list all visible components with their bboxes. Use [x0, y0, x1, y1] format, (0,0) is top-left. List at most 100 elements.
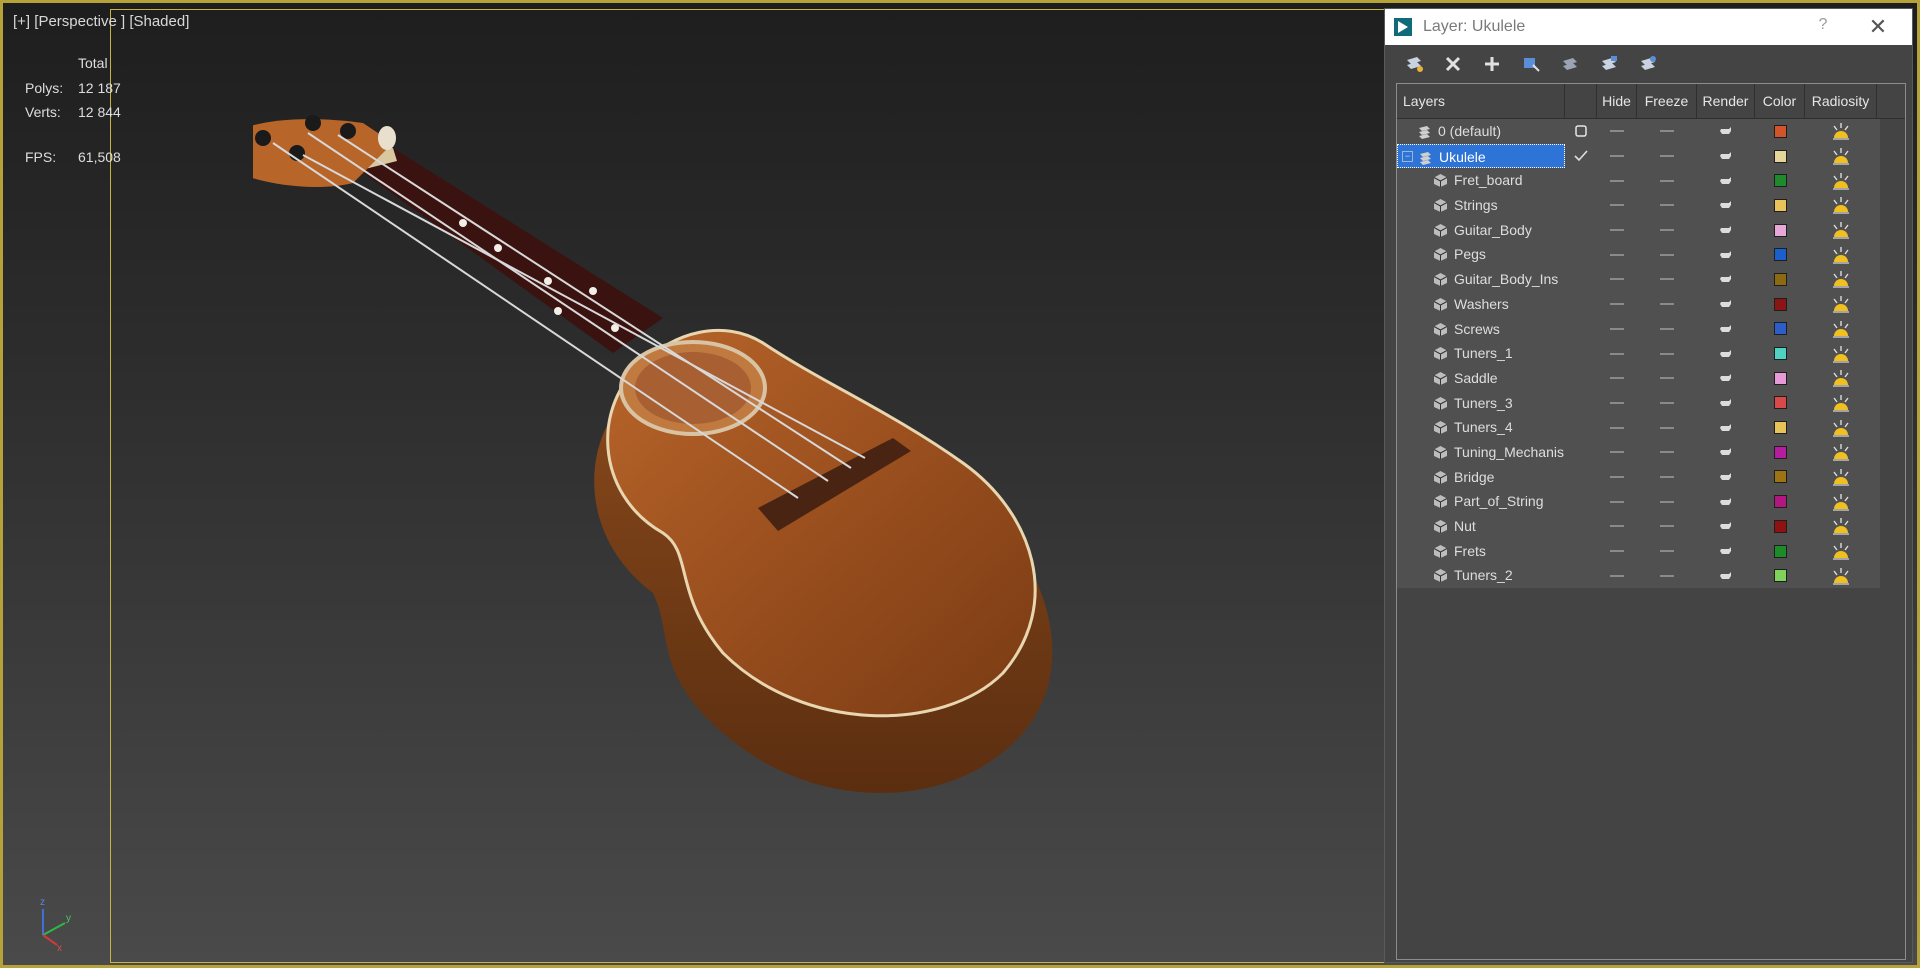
render-toggle[interactable] — [1697, 391, 1755, 416]
close-button[interactable]: ✕ — [1864, 14, 1892, 40]
hide-toggle[interactable] — [1597, 292, 1637, 317]
layer-row[interactable]: Guitar_Body — [1397, 218, 1880, 243]
select-objects-button[interactable] — [1518, 52, 1543, 77]
layer-name-cell[interactable]: Fret_board — [1397, 168, 1565, 193]
viewport-general-menu[interactable]: [+] — [13, 13, 30, 30]
freeze-toggle[interactable] — [1637, 514, 1697, 539]
color-swatch-cell[interactable] — [1755, 292, 1805, 317]
hide-toggle[interactable] — [1597, 341, 1637, 366]
render-toggle[interactable] — [1697, 415, 1755, 440]
radiosity-toggle[interactable] — [1805, 366, 1877, 391]
color-swatch-cell[interactable] — [1755, 415, 1805, 440]
radiosity-toggle[interactable] — [1805, 168, 1877, 193]
hide-toggle[interactable] — [1597, 514, 1637, 539]
column-hide[interactable]: Hide — [1597, 84, 1637, 118]
color-swatch-cell[interactable] — [1755, 489, 1805, 514]
freeze-toggle[interactable] — [1637, 366, 1697, 391]
current-layer-cell[interactable] — [1565, 514, 1597, 539]
color-swatch-cell[interactable] — [1755, 391, 1805, 416]
layer-row[interactable]: Saddle — [1397, 366, 1880, 391]
color-swatch-cell[interactable] — [1755, 539, 1805, 564]
help-button[interactable]: ? — [1810, 16, 1836, 38]
color-swatch-cell[interactable] — [1755, 242, 1805, 267]
current-layer-cell[interactable] — [1565, 267, 1597, 292]
radiosity-toggle[interactable] — [1805, 144, 1877, 169]
freeze-toggle[interactable] — [1637, 267, 1697, 292]
create-new-layer-button[interactable] — [1401, 52, 1426, 77]
layer-name-cell[interactable]: Strings — [1397, 193, 1565, 218]
column-radiosity[interactable]: Radiosity — [1805, 84, 1877, 118]
current-layer-cell[interactable] — [1565, 168, 1597, 193]
current-layer-checkmark-icon[interactable] — [1565, 144, 1597, 169]
color-swatch-cell[interactable] — [1755, 563, 1805, 588]
radiosity-toggle[interactable] — [1805, 218, 1877, 243]
current-layer-cell[interactable] — [1565, 563, 1597, 588]
layer-row[interactable]: − Ukulele — [1397, 143, 1880, 169]
render-toggle[interactable] — [1697, 514, 1755, 539]
hide-toggle[interactable] — [1597, 168, 1637, 193]
radiosity-toggle[interactable] — [1805, 317, 1877, 342]
render-toggle[interactable] — [1697, 465, 1755, 490]
freeze-toggle[interactable] — [1637, 391, 1697, 416]
delete-layer-button[interactable] — [1440, 52, 1465, 77]
current-layer-cell[interactable] — [1565, 415, 1597, 440]
color-swatch-cell[interactable] — [1755, 119, 1805, 144]
layer-name-cell[interactable]: Bridge — [1397, 465, 1565, 490]
render-toggle[interactable] — [1697, 168, 1755, 193]
layer-row[interactable]: Washers — [1397, 292, 1880, 317]
freeze-toggle[interactable] — [1637, 144, 1697, 169]
freeze-toggle[interactable] — [1637, 292, 1697, 317]
layer-row[interactable]: Fret_board — [1397, 168, 1880, 193]
layer-row[interactable]: Guitar_Body_Ins — [1397, 267, 1880, 292]
column-render[interactable]: Render — [1697, 84, 1755, 118]
layer-name-cell[interactable]: − Ukulele — [1397, 143, 1565, 169]
render-toggle[interactable] — [1697, 292, 1755, 317]
column-freeze[interactable]: Freeze — [1637, 84, 1697, 118]
hide-toggle[interactable] — [1597, 391, 1637, 416]
layer-name-cell[interactable]: Frets — [1397, 539, 1565, 564]
render-toggle[interactable] — [1697, 366, 1755, 391]
color-swatch-cell[interactable] — [1755, 317, 1805, 342]
radiosity-toggle[interactable] — [1805, 489, 1877, 514]
color-swatch-cell[interactable] — [1755, 514, 1805, 539]
layer-row[interactable]: 0 (default) — [1397, 119, 1880, 144]
color-swatch-cell[interactable] — [1755, 193, 1805, 218]
column-layers[interactable]: Layers — [1397, 84, 1565, 118]
hide-toggle[interactable] — [1597, 144, 1637, 169]
hide-toggle[interactable] — [1597, 465, 1637, 490]
radiosity-toggle[interactable] — [1805, 563, 1877, 588]
layer-name-cell[interactable]: Tuners_4 — [1397, 415, 1565, 440]
radiosity-toggle[interactable] — [1805, 440, 1877, 465]
render-toggle[interactable] — [1697, 539, 1755, 564]
current-layer-cell[interactable] — [1565, 193, 1597, 218]
layer-name-cell[interactable]: Pegs — [1397, 242, 1565, 267]
hide-toggle[interactable] — [1597, 563, 1637, 588]
layer-row[interactable]: Part_of_String — [1397, 489, 1880, 514]
hide-toggle[interactable] — [1597, 440, 1637, 465]
freeze-toggle[interactable] — [1637, 563, 1697, 588]
viewport-point-of-view-menu[interactable]: [Perspective ] — [34, 13, 125, 30]
hide-toggle[interactable] — [1597, 539, 1637, 564]
hide-all-layers-button[interactable] — [1596, 52, 1621, 77]
render-toggle[interactable] — [1697, 317, 1755, 342]
current-layer-cell[interactable] — [1565, 366, 1597, 391]
freeze-toggle[interactable] — [1637, 440, 1697, 465]
layer-row[interactable]: Frets — [1397, 539, 1880, 564]
radiosity-toggle[interactable] — [1805, 292, 1877, 317]
layer-name-cell[interactable]: Nut — [1397, 514, 1565, 539]
freeze-toggle[interactable] — [1637, 317, 1697, 342]
hide-toggle[interactable] — [1597, 218, 1637, 243]
render-toggle[interactable] — [1697, 341, 1755, 366]
layer-row[interactable]: Tuners_4 — [1397, 415, 1880, 440]
freeze-all-layers-button[interactable] — [1635, 52, 1660, 77]
current-layer-cell[interactable] — [1565, 341, 1597, 366]
current-layer-cell[interactable] — [1565, 391, 1597, 416]
column-current[interactable] — [1565, 84, 1597, 118]
freeze-toggle[interactable] — [1637, 168, 1697, 193]
render-toggle[interactable] — [1697, 218, 1755, 243]
radiosity-toggle[interactable] — [1805, 341, 1877, 366]
radiosity-toggle[interactable] — [1805, 119, 1877, 144]
freeze-toggle[interactable] — [1637, 489, 1697, 514]
radiosity-toggle[interactable] — [1805, 193, 1877, 218]
layer-row[interactable]: Bridge — [1397, 465, 1880, 490]
